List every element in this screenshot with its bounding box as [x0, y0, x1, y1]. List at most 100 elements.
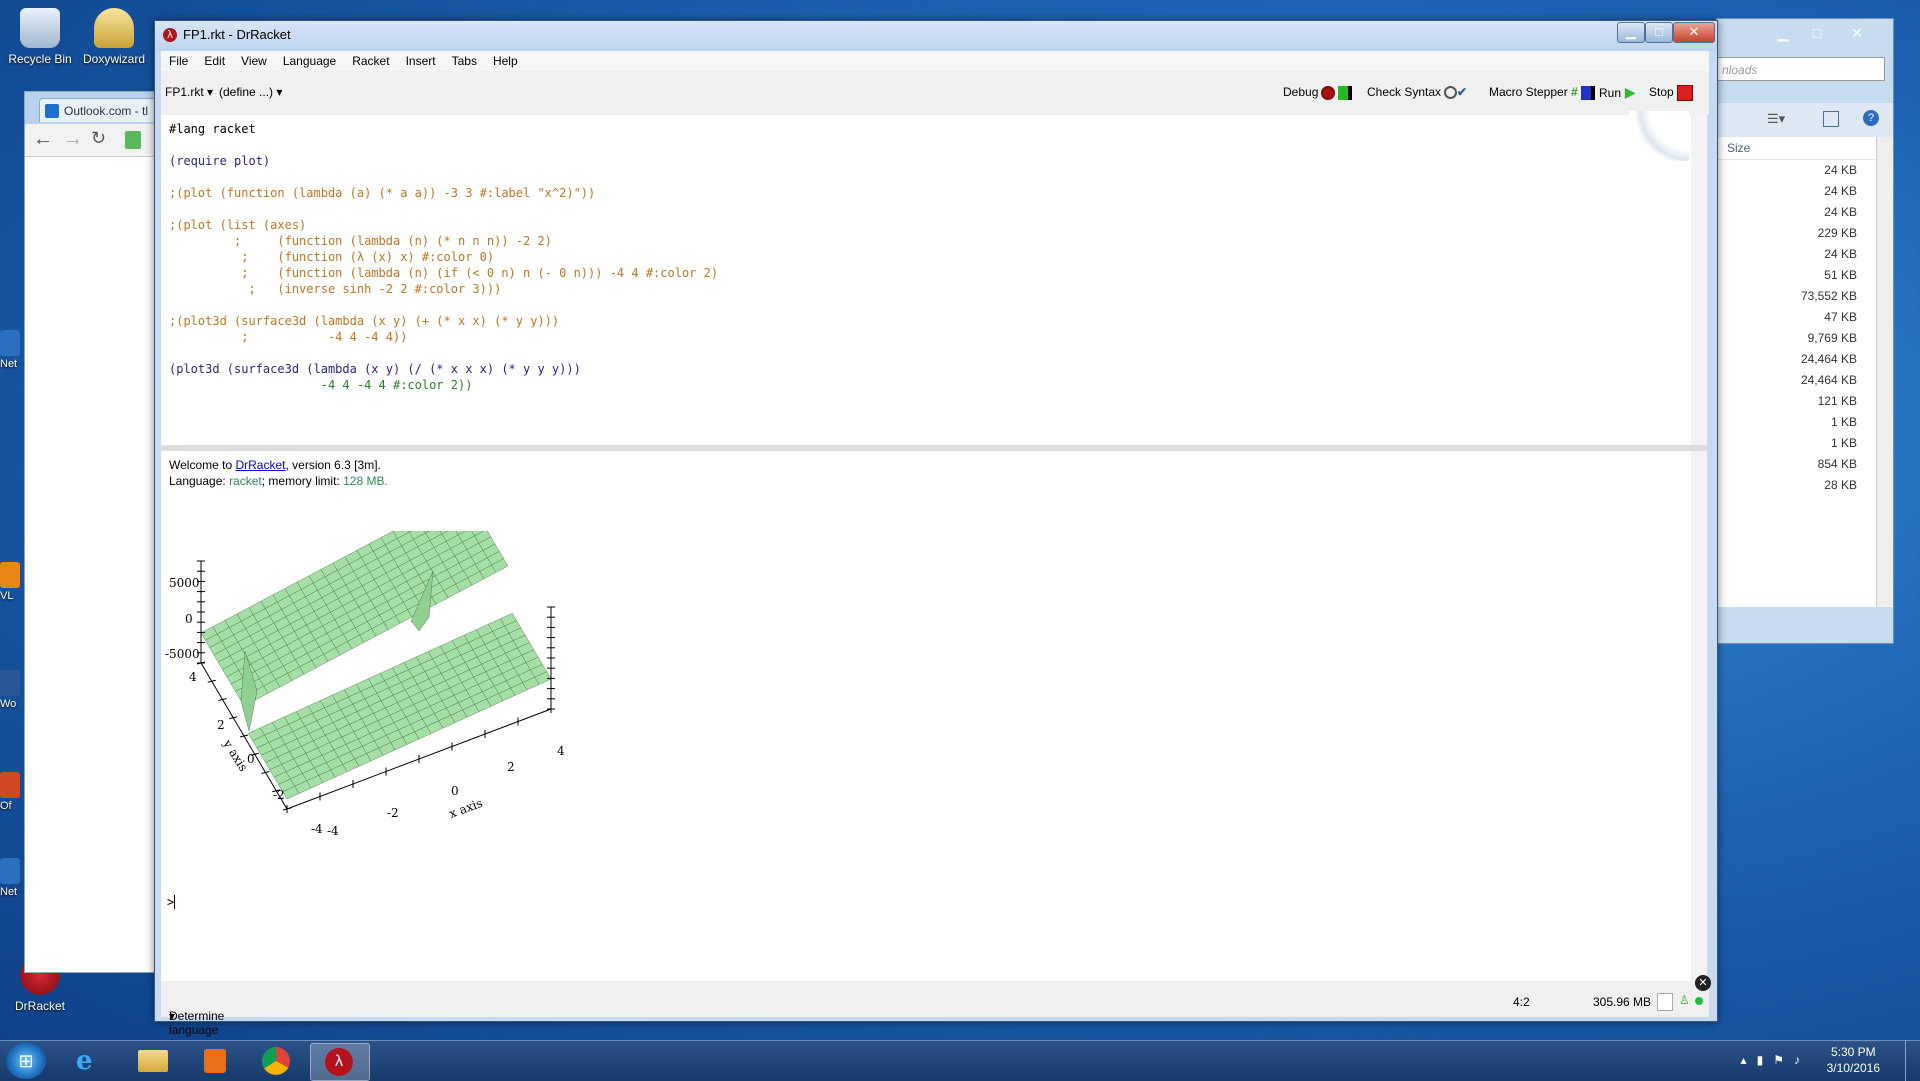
menu-tabs[interactable]: Tabs — [444, 51, 485, 71]
status-bar: Determine language from source ▾ 4:2 305… — [161, 975, 1711, 1065]
explorer-window[interactable]: ▁ □ ✕ nloads ☰▾ ? Size 24 KB 24 KB 24 KB 22… — [1716, 18, 1894, 644]
interactions-scrollbar[interactable] — [1691, 451, 1707, 981]
office-icon — [0, 772, 20, 798]
run-button[interactable]: Run ▶ — [1599, 83, 1636, 102]
running-figure-icon: ♙ — [1679, 993, 1690, 1007]
debug-icon — [1321, 85, 1336, 100]
flag-icon[interactable]: ⚑ — [1773, 1053, 1784, 1067]
file-size-cell: 73,552 KB — [1800, 289, 1857, 303]
network-icon — [0, 858, 20, 884]
code-line: ; (function (λ (x) x) #:color 0) — [169, 250, 495, 264]
desktop-icon-label: Doxywizard — [82, 52, 145, 66]
dropdown-arrow-icon: ▾ — [273, 85, 283, 99]
reload-icon[interactable]: ↻ — [91, 128, 106, 149]
explorer-search-input[interactable]: nloads — [1717, 57, 1885, 81]
z-tick-label: 5000 — [169, 576, 200, 590]
x-tick-label: 2 — [507, 760, 515, 774]
code-text[interactable]: #lang racket (require plot) ;(plot (func… — [169, 121, 718, 393]
back-arrow-icon[interactable]: ← — [33, 128, 53, 151]
explorer-titlebar: ▁ □ ✕ — [1717, 19, 1893, 59]
code-line: ; -4 4 -4 4)) — [169, 330, 408, 344]
menu-help[interactable]: Help — [485, 51, 526, 71]
file-size-cell: 24 KB — [1824, 184, 1857, 198]
minimize-icon[interactable]: ▁ — [1769, 23, 1797, 43]
desktop-icon-partial[interactable]: Net — [0, 858, 22, 898]
show-hidden-icons[interactable]: ▴ — [1741, 1053, 1747, 1067]
plot3d-output[interactable]: 5000 0 -5000 4 2 0 -2 -4 -4 -2 0 2 4 x a… — [161, 531, 581, 851]
close-repl-icon[interactable]: ✕ — [1695, 975, 1711, 991]
menu-file[interactable]: File — [161, 51, 196, 71]
repl-prompt[interactable]: > — [167, 895, 176, 909]
close-icon: ✕ — [1688, 24, 1700, 39]
code-line: ;(plot (list (axes) — [169, 218, 307, 232]
window-title: FP1.rkt - DrRacket — [183, 27, 291, 42]
menu-language[interactable]: Language — [275, 51, 344, 71]
close-icon[interactable]: ✕ — [1843, 23, 1871, 43]
stop-button[interactable]: Stop — [1649, 83, 1693, 101]
volume-icon[interactable]: ♪ — [1794, 1053, 1800, 1067]
desktop-icon-partial[interactable]: Wo — [0, 670, 22, 710]
define-dropdown[interactable]: (define ...) ▾ — [219, 83, 282, 101]
media-player-icon — [204, 1049, 226, 1073]
menu-racket[interactable]: Racket — [344, 51, 397, 71]
desktop-icon-recycle-bin[interactable]: Recycle Bin — [0, 8, 80, 66]
preview-pane-icon[interactable] — [1823, 111, 1839, 127]
menu-view[interactable]: View — [233, 51, 275, 71]
file-size-cell: 28 KB — [1824, 478, 1857, 492]
forward-arrow-icon[interactable]: → — [63, 128, 83, 151]
x-tick-label: -4 — [327, 824, 339, 838]
menu-edit[interactable]: Edit — [196, 51, 233, 71]
title-bar: λ FP1.rkt - DrRacket ▁ □ ✕ — [155, 21, 1717, 51]
dropdown-arrow-icon: ▾ — [203, 85, 214, 99]
taskbar-chrome[interactable] — [248, 1043, 306, 1079]
menu-insert[interactable]: Insert — [398, 51, 444, 71]
minimize-icon: ▁ — [1626, 24, 1636, 39]
recycle-bin-icon — [20, 8, 60, 48]
stop-icon — [1676, 84, 1693, 101]
maximize-button[interactable]: □ — [1645, 22, 1673, 43]
taskbar-ie[interactable]: e — [62, 1043, 120, 1079]
code-line: ;(plot3d (surface3d (lambda (x y) (+ (* … — [169, 314, 560, 328]
explorer-scrollbar[interactable] — [1876, 137, 1893, 607]
x-tick-label: 4 — [557, 744, 565, 758]
memory-usage: 305.96 MB — [1593, 995, 1652, 1009]
start-button[interactable]: ⊞ — [6, 1043, 46, 1079]
close-button[interactable]: ✕ — [1673, 22, 1715, 43]
y-tick-label: 4 — [189, 670, 197, 684]
file-dropdown[interactable]: FP1.rkt ▾ — [165, 83, 213, 101]
minimize-button[interactable]: ▁ — [1617, 22, 1645, 43]
network-icon[interactable]: ▮ — [1757, 1053, 1764, 1067]
memory-limit: 128 MB — [343, 474, 385, 488]
help-icon[interactable]: ? — [1863, 110, 1879, 126]
taskbar: ⊞ e λ ▴ ▮ ⚑ ♪ 5:30 PM 3/10/2016 — [0, 1040, 1920, 1081]
code-line: (require plot) — [169, 154, 271, 168]
view-options-icon[interactable]: ☰▾ — [1767, 111, 1785, 127]
clock[interactable]: 5:30 PM 3/10/2016 — [1827, 1044, 1880, 1076]
macro-stepper-button[interactable]: Macro Stepper # — [1489, 83, 1595, 101]
desktop-icon-partial[interactable]: Of — [0, 772, 22, 812]
debug-button[interactable]: Debug — [1283, 83, 1353, 101]
file-size-cell: 854 KB — [1817, 457, 1857, 471]
definitions-editor[interactable]: #lang racket (require plot) ;(plot (func… — [161, 111, 1691, 445]
taskbar-media[interactable] — [186, 1043, 244, 1079]
check-syntax-button[interactable]: Check Syntax ✔ — [1367, 83, 1467, 101]
code-line: -4 4 -4 4 #:color 2)) — [169, 378, 473, 392]
taskbar-drracket[interactable]: λ — [310, 1043, 370, 1081]
desktop-icon-partial[interactable]: VL — [0, 562, 22, 602]
taskbar-explorer[interactable] — [124, 1043, 182, 1079]
editor-scrollbar[interactable] — [1691, 115, 1707, 445]
desktop-icon-partial[interactable]: Net — [0, 330, 22, 370]
size-column-header[interactable]: Size — [1717, 137, 1877, 160]
drracket-link[interactable]: DrRacket — [235, 458, 285, 472]
interactions-pane[interactable]: Welcome to DrRacket, version 6.3 [3m]. L… — [161, 451, 1691, 981]
maximize-icon[interactable]: □ — [1803, 23, 1831, 43]
show-desktop-button[interactable] — [1905, 1041, 1920, 1081]
gc-indicator — [1657, 993, 1673, 1011]
desktop-icon-doxywizard[interactable]: Doxywizard — [74, 8, 154, 66]
explorer-toolbar: ☰▾ ? — [1717, 103, 1893, 138]
browser-tab-title: Outlook.com - tl — [64, 104, 149, 118]
y-axis-label: y axis — [220, 736, 251, 774]
